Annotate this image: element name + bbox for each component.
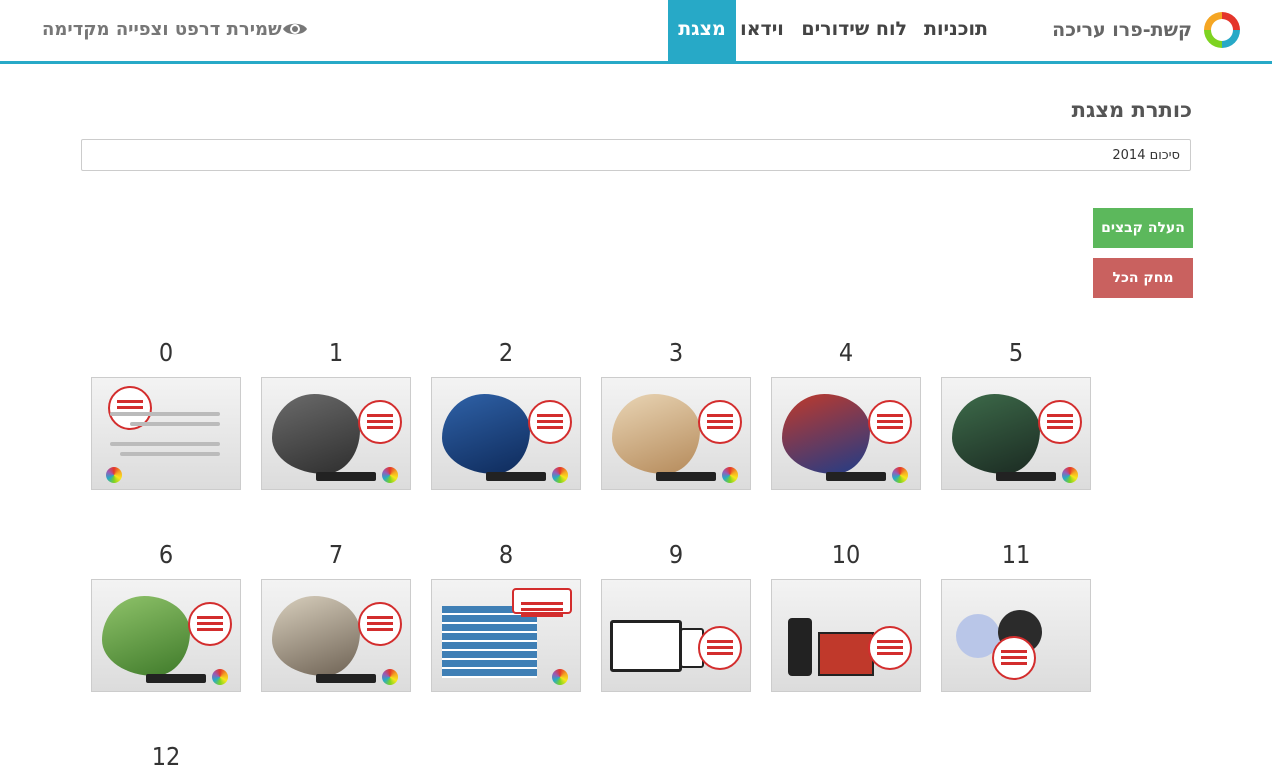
slide-number: 3 (668, 338, 684, 367)
show-caption-bar (146, 674, 206, 683)
upload-files-button[interactable]: העלה קבצים (1093, 208, 1193, 248)
slide-number: 12 (151, 742, 181, 771)
keshet-mini-logo-icon (382, 467, 398, 483)
rating-badge-icon (358, 602, 402, 646)
show-caption-bar (826, 472, 886, 481)
rating-badge-icon (1038, 400, 1082, 444)
show-image (952, 394, 1040, 474)
show-image (272, 394, 360, 474)
show-image (102, 596, 190, 676)
eye-icon (282, 20, 308, 38)
show-image (442, 394, 530, 474)
show-image (782, 394, 870, 474)
slide-number: 8 (498, 540, 514, 569)
top-ten-stamp-icon (512, 588, 572, 614)
show-caption-bar (486, 472, 546, 481)
slide-thumbnail[interactable] (941, 579, 1091, 692)
keshet-logo-icon (1202, 10, 1242, 50)
ratings-table-image (442, 606, 537, 678)
slide-number: 1 (328, 338, 344, 367)
slide-thumbnail[interactable] (91, 579, 241, 692)
slide-number: 4 (838, 338, 854, 367)
slide-number: 0 (158, 338, 174, 367)
new-site-stamp-icon (992, 636, 1036, 680)
nav-schedule[interactable]: לוח שידורים (801, 0, 907, 61)
screen-image (818, 632, 874, 676)
rating-badge-icon (868, 626, 912, 670)
slide-thumbnail[interactable] (91, 377, 241, 490)
keshet-mini-logo-icon (382, 669, 398, 685)
nav-presentation[interactable]: מצגת (668, 0, 736, 61)
slide-number: 6 (158, 540, 174, 569)
keshet-mini-logo-icon (212, 669, 228, 685)
keshet-mini-logo-icon (552, 467, 568, 483)
rating-badge-icon (698, 400, 742, 444)
keshet-mini-logo-icon (1062, 467, 1078, 483)
delete-all-button[interactable]: מחק הכל (1093, 258, 1193, 298)
rating-badge-icon (188, 602, 232, 646)
slide-number: 11 (1001, 540, 1031, 569)
show-caption-bar (316, 674, 376, 683)
phone-image (788, 618, 812, 676)
preview-label: שמירת דרפט וצפייה מקדימה (42, 18, 282, 40)
slide-thumbnail[interactable] (601, 579, 751, 692)
top-navigation-bar: קשת-פרו עריכה תוכניות לוח שידורים וידאו … (0, 0, 1272, 64)
slide-thumbnail[interactable] (261, 377, 411, 490)
slide-thumbnail[interactable] (431, 377, 581, 490)
slide-number: 10 (831, 540, 861, 569)
slide-number: 5 (1008, 338, 1024, 367)
show-caption-bar (316, 472, 376, 481)
slide-thumbnail[interactable] (771, 579, 921, 692)
show-caption-bar (656, 472, 716, 481)
save-draft-preview-button[interactable]: שמירת דרפט וצפייה מקדימה (42, 14, 318, 44)
slide-thumbnail[interactable] (431, 579, 581, 692)
keshet-mini-logo-icon (106, 467, 122, 483)
rating-badge-icon (868, 400, 912, 444)
nav-programs[interactable]: תוכניות (921, 0, 991, 61)
presentation-title-input[interactable] (81, 139, 1191, 171)
rating-badge-icon (698, 626, 742, 670)
nav-video[interactable]: וידאו (736, 0, 788, 61)
presentation-title-label: כותרת מצגת (1071, 98, 1192, 122)
brand-title: קשת-פרו עריכה (1052, 19, 1192, 41)
rating-badge-icon (358, 400, 402, 444)
show-image (612, 394, 700, 474)
slide-number: 7 (328, 540, 344, 569)
show-image (272, 596, 360, 676)
keshet-mini-logo-icon (552, 669, 568, 685)
show-caption-bar (996, 472, 1056, 481)
rating-badge-icon (528, 400, 572, 444)
brand[interactable]: קשת-פרו עריכה (1052, 6, 1242, 54)
slide-number: 9 (668, 540, 684, 569)
keshet-mini-logo-icon (722, 467, 738, 483)
slide-thumbnail[interactable] (601, 377, 751, 490)
slide-thumbnail[interactable] (771, 377, 921, 490)
slide-thumbnail[interactable] (941, 377, 1091, 490)
slide-number: 2 (498, 338, 514, 367)
laptop-image (610, 620, 682, 672)
keshet-mini-logo-icon (892, 467, 908, 483)
slide-thumbnail[interactable] (261, 579, 411, 692)
